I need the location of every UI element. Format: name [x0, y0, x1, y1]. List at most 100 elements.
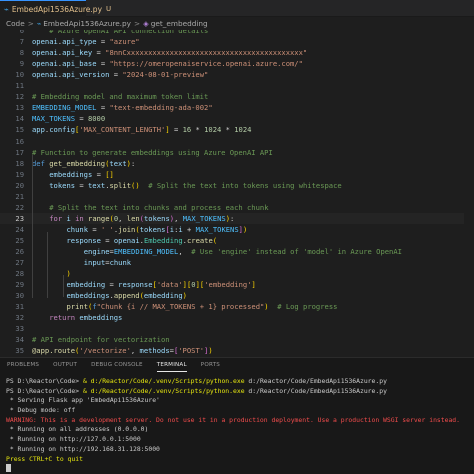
- code-text: ): [66, 269, 71, 279]
- code-text: openai.api_key = "8nnCxxxxxxxxxxxxxxxxxx…: [32, 48, 308, 58]
- code-text: tokens = text.split() # Split the text i…: [49, 180, 342, 190]
- terminal-line: Press CTRL+C to quit: [6, 454, 83, 463]
- tab-filename: EmbedApi1536Azure.py: [11, 4, 103, 14]
- line-number: 26: [15, 247, 24, 256]
- breadcrumb-symbol[interactable]: get_embedding: [151, 19, 208, 28]
- line-number: 18: [15, 158, 24, 168]
- code-line[interactable]: 33: [0, 323, 474, 334]
- code-line[interactable]: 25 response = openai.Embedding.create(: [0, 235, 474, 246]
- code-line[interactable]: 17 # Function to generate embeddings usin…: [0, 147, 474, 158]
- code-line[interactable]: 7 openai.api_type = "azure": [0, 36, 474, 47]
- line-number: 14: [15, 114, 24, 124]
- line-number: 28: [15, 269, 24, 279]
- code-line[interactable]: 29 embedding = response['data'][0]['embe…: [0, 279, 474, 290]
- python-file-icon: ⌁: [4, 4, 9, 14]
- code-text: for i in range(0, len(tokens), MAX_TOKEN…: [49, 213, 235, 223]
- code-line[interactable]: 11: [0, 80, 474, 91]
- code-line[interactable]: 21: [0, 191, 474, 202]
- panel-tabs: PROBLEMS OUTPUT DEBUG CONSOLE TERMINAL P…: [0, 358, 474, 372]
- code-editor[interactable]: 6 # Azure OpenAI API connection details 7…: [0, 30, 474, 356]
- code-text: openai.api_version = "2024-08-01-preview…: [32, 70, 209, 80]
- line-number: 29: [15, 280, 24, 290]
- terminal-line: * Running on all addresses (0.0.0.0): [6, 425, 149, 434]
- code-text: embedding = response['data'][0]['embeddi…: [66, 280, 256, 290]
- minimap[interactable]: [464, 30, 474, 356]
- code-text: def get_embedding(text):: [32, 158, 136, 168]
- function-symbol-icon: ◈: [143, 19, 149, 28]
- line-number: 17: [15, 147, 24, 157]
- line-number: 25: [15, 235, 24, 245]
- indent-guide: [32, 155, 33, 298]
- modified-marker: U: [106, 5, 112, 13]
- code-line[interactable]: 13 EMBEDDING_MODEL = "text-embedding-ada-…: [0, 102, 474, 113]
- line-number: 7: [19, 37, 24, 47]
- code-text: engine=EMBEDDING_MODEL, # Use 'engine' i…: [83, 247, 402, 256]
- code-line[interactable]: 12 # Embedding model and maximum token li…: [0, 91, 474, 102]
- code-line[interactable]: 10 openai.api_version = "2024-08-01-previ…: [0, 69, 474, 80]
- code-line[interactable]: 22 # Split the text into chunks and proc…: [0, 202, 474, 213]
- code-text: chunk = ' '.join(tokens[i:i + MAX_TOKENS…: [66, 224, 248, 234]
- line-number: 13: [15, 103, 24, 113]
- code-text: @app.route('/vectorize', methods=['POST'…: [32, 346, 213, 356]
- tab-ports[interactable]: PORTS: [201, 358, 220, 372]
- terminal-output[interactable]: PS D:\Reactor\Code> & d:/Reactor/Code/.v…: [6, 377, 472, 474]
- code-text: embeddings = []: [49, 169, 114, 179]
- tab-output[interactable]: OUTPUT: [53, 358, 77, 372]
- bottom-panel: PROBLEMS OUTPUT DEBUG CONSOLE TERMINAL P…: [0, 357, 474, 474]
- terminal-cursor: [6, 464, 472, 474]
- terminal-line: PS D:\Reactor\Code> & d:/Reactor/Code/.v…: [6, 386, 387, 395]
- code-line[interactable]: 31 print(f"Chunk {i // MAX_TOKENS + 1} p…: [0, 301, 474, 312]
- line-number: 9: [19, 59, 24, 69]
- code-line[interactable]: 16: [0, 136, 474, 147]
- code-line[interactable]: 18 def get_embedding(text):: [0, 158, 474, 169]
- line-number: 31: [15, 302, 24, 312]
- code-line[interactable]: 35 @app.route('/vectorize', methods=['POS…: [0, 345, 474, 356]
- tab-problems[interactable]: PROBLEMS: [7, 358, 39, 372]
- code-line[interactable]: 9 openai.api_base = "https://omeropenaise…: [0, 58, 474, 69]
- line-number: 33: [15, 324, 24, 334]
- line-number: 11: [15, 81, 24, 91]
- code-line[interactable]: 15 app.config['MAX_CONTENT_LENGTH'] = 16 …: [0, 124, 474, 135]
- code-text: EMBEDDING_MODEL = "text-embedding-ada-00…: [32, 103, 213, 113]
- line-number: 30: [15, 291, 24, 301]
- code-line[interactable]: 19 embeddings = []: [0, 169, 474, 180]
- code-line[interactable]: 20 tokens = text.split() # Split the tex…: [0, 180, 474, 191]
- python-file-icon: ⌁: [36, 19, 42, 28]
- code-line[interactable]: 30 embeddings.append(embedding): [0, 290, 474, 301]
- terminal-line: PS D:\Reactor\Code> & d:/Reactor/Code/.v…: [6, 377, 387, 385]
- code-line[interactable]: 8 openai.api_key = "8nnCxxxxxxxxxxxxxxxxx…: [0, 47, 474, 58]
- code-line[interactable]: 27 input=chunk: [0, 257, 474, 268]
- line-number: 21: [15, 191, 24, 201]
- code-line[interactable]: 23 for i in range(0, len(tokens), MAX_TO…: [0, 212, 474, 224]
- code-line[interactable]: 24 chunk = ' '.join(tokens[i:i + MAX_TOK…: [0, 224, 474, 235]
- code-line[interactable]: 34 # API endpoint for vectorization: [0, 334, 474, 345]
- code-text: response = openai.Embedding.create(: [66, 235, 218, 245]
- tab-terminal[interactable]: TERMINAL: [156, 358, 187, 372]
- line-number: 27: [15, 258, 24, 268]
- code-text: app.config['MAX_CONTENT_LENGTH'] = 16 * …: [32, 125, 252, 135]
- line-number: 15: [15, 125, 24, 135]
- code-text: # API endpoint for vectorization: [32, 335, 170, 345]
- terminal-line: * Debug mode: off: [6, 406, 76, 415]
- terminal-line: WARNING: This is a development server. D…: [6, 415, 461, 424]
- breadcrumb: Code > ⌁ EmbedApi1536Azure.py > ◈ get_em…: [0, 17, 474, 30]
- editor-tab-embedapi[interactable]: ⌁ EmbedApi1536Azure.py U: [0, 0, 111, 17]
- indent-guide: [63, 275, 64, 297]
- line-number: 12: [15, 92, 24, 102]
- breadcrumb-file[interactable]: EmbedApi1536Azure.py: [43, 19, 131, 28]
- code-text: openai.api_type = "azure": [32, 37, 140, 47]
- breadcrumb-separator: >: [133, 19, 141, 28]
- code-line[interactable]: 14 MAX_TOKENS = 8000: [0, 113, 474, 124]
- line-number: 10: [15, 70, 24, 80]
- line-number: 34: [15, 335, 24, 345]
- line-number: 16: [15, 136, 24, 146]
- code-text: # Split the text into chunks and process…: [49, 202, 269, 212]
- tab-debug-console[interactable]: DEBUG CONSOLE: [91, 358, 143, 372]
- terminal-line: * Running on http://127.0.0.1:5000: [6, 435, 141, 444]
- code-text: # Function to generate embeddings using …: [32, 147, 273, 157]
- code-line[interactable]: 26 engine=EMBEDDING_MODEL, # Use 'engine…: [0, 246, 474, 257]
- breadcrumb-folder[interactable]: Code: [6, 19, 25, 28]
- line-number: 23: [15, 213, 24, 223]
- code-line[interactable]: 28 ): [0, 268, 474, 279]
- code-line[interactable]: 32 return embeddings: [0, 312, 474, 323]
